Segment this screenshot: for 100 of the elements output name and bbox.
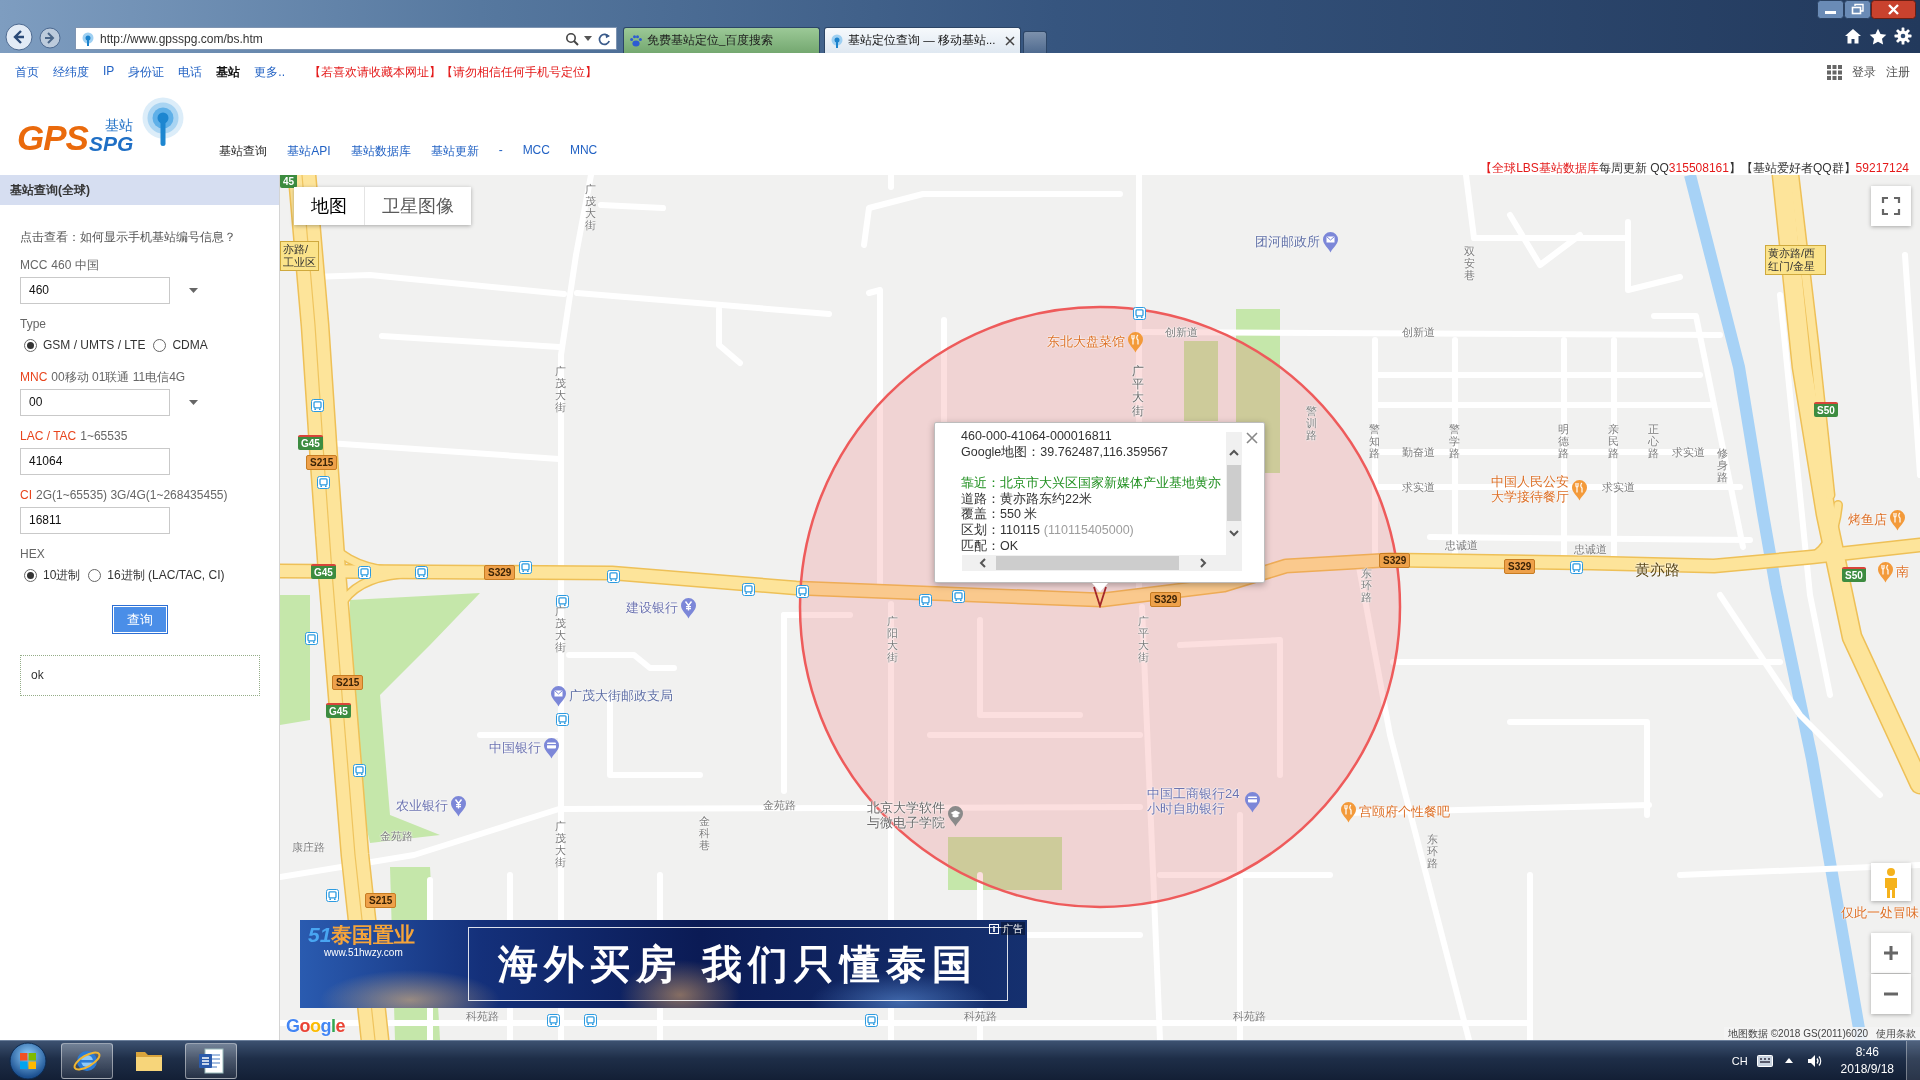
star-icon[interactable] [1869,27,1887,45]
nearby-address-text: 靠近：北京市大兴区国家新媒体产业基地黄亦 [961,476,1222,492]
radio-label[interactable]: 16进制 (LAC/TAC, CI) [107,566,225,584]
triangle-up-icon[interactable] [1784,1058,1793,1063]
card-pin-icon [1243,790,1261,813]
route-shield: G45 [298,435,323,450]
fullscreen-icon[interactable] [1871,186,1911,226]
panel-title: 基站查询(全球) [0,175,279,205]
info-icon[interactable] [989,923,999,934]
logo-text: SPG [88,133,134,154]
input-field[interactable]: 41064 [20,448,170,475]
notice-text: 【请勿相信任何手机号定位】 [441,64,597,80]
google-logo: Google [286,1016,346,1037]
road-name: 黄亦路 [1635,561,1680,580]
radio-button[interactable] [153,338,167,352]
input-field[interactable]: 16811 [20,507,170,534]
attribution-text: 地图数据 ©2018 GS(2011)6020 [1723,1027,1872,1040]
road-name: 勤奋道 [1402,446,1435,459]
taskbar-button[interactable] [185,1042,237,1079]
nav-link[interactable]: IP [103,63,115,81]
terms-link[interactable]: 使用条款 [1872,1027,1920,1040]
nav-link[interactable]: 电话 [178,63,203,81]
account-link[interactable]: 登录 [1852,63,1876,81]
close-icon[interactable] [1871,0,1916,19]
minimize-icon[interactable] [1817,0,1844,19]
refresh-icon[interactable] [597,31,611,46]
map-type-tab[interactable]: 地图 [294,187,364,225]
bus-stop-icon [584,1014,597,1027]
nav-link[interactable]: 身份证 [128,63,165,81]
field-label: LAC / TAC 1~65535 [20,428,128,444]
home-icon[interactable] [1844,28,1862,44]
place-name: 团河邮政所 [1255,234,1320,250]
bus-stop-icon [952,590,965,603]
radio-label[interactable]: GSM / UMTS / LTE [43,338,146,352]
radio-button[interactable] [24,338,37,352]
road-name: 康庄路 [292,841,325,854]
back-icon[interactable] [5,23,33,51]
clock-date[interactable]: 2018/9/18 [1840,1060,1894,1078]
close-icon[interactable] [1005,35,1015,46]
horizontal-scrollbar[interactable] [962,555,1242,571]
nav-link[interactable]: 基站更新 [430,143,479,160]
caret-icon[interactable] [189,400,198,405]
select-field[interactable]: 460 [20,277,170,304]
nav-link[interactable]: 基站查询 [219,143,268,160]
clock-time[interactable]: 8:46 [1855,1043,1879,1061]
exit-sign: 黄亦路/西红门/金星 [1765,245,1826,275]
road-name: 广茂大街 [585,183,596,232]
road-name: 求实道 [1672,446,1705,459]
map-type-tab[interactable]: 卫星图像 [364,187,471,225]
road-name: 警学路 [1449,423,1460,460]
nav-link[interactable]: 基站API [287,143,331,160]
radio-label[interactable]: CDMA [172,338,208,352]
nav-link[interactable]: 更多.. [254,63,285,81]
vertical-scrollbar[interactable] [1226,432,1242,555]
new-tab-button[interactable] [1023,31,1047,53]
start-orb-icon[interactable] [8,1040,48,1080]
zoom-in-icon[interactable] [1871,933,1911,973]
field-label: CI 2G(1~65535) 3G/4G(1~268435455) [20,487,228,503]
bus-stop-icon [358,566,371,579]
road-name: 广阳大街 [887,615,898,664]
field-label: Type [20,316,46,332]
taskbar-button[interactable] [61,1042,113,1079]
nav-link[interactable]: 首页 [15,63,39,81]
road-text: 道路：黄亦路东约22米 [961,491,1093,507]
nav-link[interactable]: 经纬度 [53,63,89,81]
envelope-pin-icon [1322,231,1339,253]
forward-icon[interactable] [39,27,61,49]
bus-stop-icon [326,889,339,902]
caret-icon[interactable] [584,36,592,41]
restore-icon[interactable] [1844,0,1871,19]
nav-link[interactable]: MNC [569,143,598,160]
radio-button[interactable] [24,568,37,582]
nav-link[interactable]: 基站数据库 [350,143,411,160]
ad-url-text: www.51hwzy.com [324,947,403,958]
help-link[interactable]: 点击查看：如何显示手机基站编号信息？ [20,229,236,245]
caret-icon[interactable] [189,288,198,293]
bus-stop-icon [556,713,569,726]
browser-tab[interactable]: 免费基站定位_百度搜索 [623,27,820,53]
fork-knife-pin-icon [1877,561,1894,583]
show-desktop-button[interactable] [1906,1041,1920,1080]
address-field[interactable]: http://www.gpsspg.com/bs.htm [75,27,617,50]
nav-link[interactable]: 基站 [216,63,241,81]
keyboard-icon[interactable] [1756,1054,1773,1067]
road-name: 科苑路 [466,1010,499,1023]
language-indicator[interactable]: CH [1731,1054,1748,1067]
place-name: 广茂大街邮政支局 [569,688,673,704]
grid-icon[interactable] [1827,64,1842,80]
search-icon[interactable] [565,31,579,46]
radio-label[interactable]: 10进制 [43,566,81,584]
select-field[interactable]: 00 [20,389,170,416]
result-output: ok [20,655,260,696]
field-label: HEX [20,546,45,562]
browser-tab[interactable]: 基站定位查询 — 移动基站... [824,27,1021,53]
ad-brand-text: 51泰国置业 [308,924,416,945]
route-shield: 45 [280,175,298,188]
nav-link[interactable]: MCC [522,143,550,160]
settings-icon[interactable] [1894,27,1912,45]
speaker-icon[interactable] [1806,1053,1823,1068]
account-link[interactable]: 注册 [1886,63,1910,81]
radio-button[interactable] [88,568,102,582]
